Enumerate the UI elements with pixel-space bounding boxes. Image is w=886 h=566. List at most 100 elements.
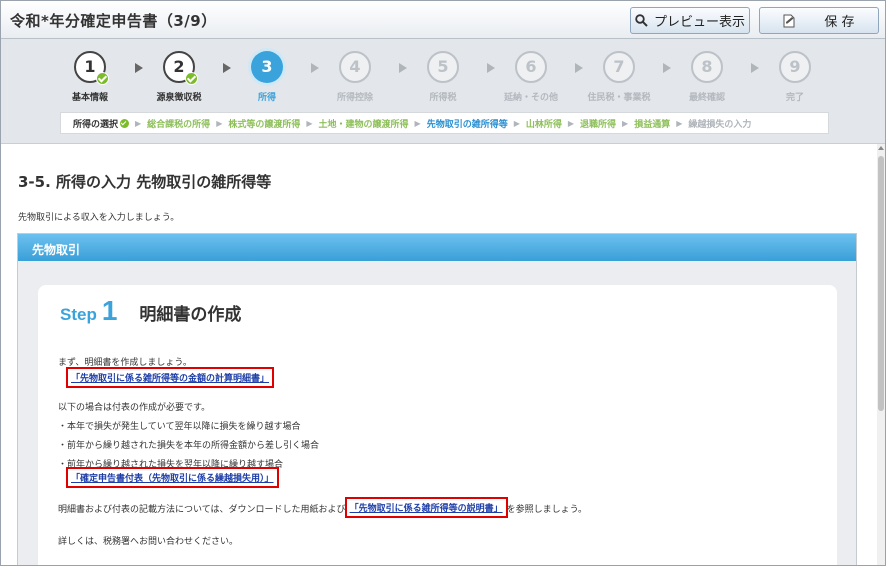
- highlight-box: 「先物取引に係る雑所得等の説明書」: [344, 497, 508, 518]
- step-arrow-icon: [311, 63, 319, 73]
- separator-icon: ▶: [676, 118, 683, 128]
- separator-icon: ▶: [414, 118, 421, 128]
- step-1-circle: 1: [74, 51, 109, 85]
- bullet-item: ・本年で損失が発生していて翌年以降に損失を繰り越す場合: [58, 422, 301, 432]
- step-9-circle: 9: [779, 51, 811, 83]
- title-bar: 令和*年分確定申告書（3/9） プレビュー表示 保 存: [1, 1, 885, 39]
- step-9: 9 完了: [760, 51, 830, 103]
- step-7-circle: 7: [603, 51, 635, 83]
- step-5: 5 所得税: [408, 51, 478, 103]
- step-card: Step 1 明細書の作成 まず、明細書を作成しましょう。 「先物取引に係る雑所…: [38, 285, 837, 565]
- step-heading: 明細書の作成: [139, 305, 242, 325]
- step-9-label: 完了: [785, 93, 804, 103]
- step-4-label: 所得控除: [336, 93, 373, 103]
- substep-forestry-income[interactable]: 山林所得: [526, 117, 562, 130]
- explanation-prefix: 明細書および付表の記載方法については、ダウンロードした用紙および: [58, 505, 346, 515]
- save-button[interactable]: 保 存: [759, 7, 879, 34]
- section-heading: 3-5. 所得の入力 先物取引の雑所得等: [18, 173, 272, 191]
- step-arrow-icon: [663, 63, 671, 73]
- check-icon: [96, 72, 109, 85]
- step-2-number: 2: [173, 57, 185, 76]
- check-icon: [120, 118, 130, 128]
- app-window: 令和*年分確定申告書（3/9） プレビュー表示 保 存 1 基本情報 2 源泉徴…: [0, 0, 886, 566]
- step-arrow-icon: [487, 63, 495, 73]
- bullet-item: ・前年から繰り越された損失を本年の所得金額から差し引く場合: [58, 441, 320, 451]
- check-icon: [185, 72, 198, 85]
- step-3-circle: 3: [251, 51, 283, 83]
- futures-section: 先物取引 Step 1 明細書の作成 まず、明細書を作成しましょう。 「先物取引…: [17, 233, 857, 565]
- step-3[interactable]: 3 所得: [232, 51, 302, 103]
- step-8-circle: 8: [691, 51, 723, 83]
- separator-icon: ▶: [513, 118, 520, 128]
- preview-button[interactable]: プレビュー表示: [630, 7, 750, 34]
- step-4-circle: 4: [339, 51, 371, 83]
- separator-icon: ▶: [135, 118, 142, 128]
- step-9-number: 9: [789, 57, 801, 76]
- intro-text: 先物取引による収入を入力しましょう。: [18, 213, 180, 223]
- substep-comprehensive-income[interactable]: 総合課税の所得: [147, 117, 210, 130]
- step-2-label: 源泉徴収税: [156, 93, 202, 103]
- step-word: Step: [60, 305, 97, 324]
- step-8-number: 8: [701, 57, 713, 76]
- step-4-number: 4: [349, 57, 361, 76]
- instruction-manual-link[interactable]: 「先物取引に係る雑所得等の説明書」: [350, 504, 503, 514]
- step-arrow-icon: [399, 63, 407, 73]
- save-button-label: 保 存: [824, 15, 855, 30]
- substep-stock-transfer-income[interactable]: 株式等の譲渡所得: [228, 117, 300, 130]
- substep-income-selection[interactable]: 所得の選択: [73, 117, 130, 130]
- step-3-number: 3: [261, 57, 273, 76]
- substep-futures-misc-income[interactable]: 先物取引の雑所得等: [427, 117, 508, 130]
- section-title: 先物取引: [18, 234, 856, 261]
- step-arrow-icon: [751, 63, 759, 73]
- separator-icon: ▶: [306, 118, 313, 128]
- requirement-text: 以下の場合は付表の作成が必要です。: [58, 403, 211, 413]
- separator-icon: ▶: [216, 118, 223, 128]
- step-6-label: 延納・その他: [503, 93, 558, 103]
- step-3-label: 所得: [257, 93, 276, 103]
- step-1[interactable]: 1 基本情報: [55, 51, 125, 103]
- explanation-text: 明細書および付表の記載方法については、ダウンロードした用紙および 「先物取引に係る…: [58, 497, 588, 519]
- highlight-box: 「確定申告書付表（先物取引に係る繰越損失用）」: [66, 467, 279, 488]
- scrollbar-thumb[interactable]: [878, 156, 884, 411]
- substep-land-building-transfer[interactable]: 土地・建物の譲渡所得: [319, 117, 409, 130]
- save-document-icon: [783, 14, 795, 27]
- step-2[interactable]: 2 源泉徴収税: [144, 51, 214, 103]
- step-arrow-icon: [575, 63, 583, 73]
- substep-loss-offset[interactable]: 損益通算: [634, 117, 670, 130]
- substep-carryover-loss: 繰越損失の入力: [688, 119, 752, 130]
- preview-button-label: プレビュー表示: [653, 15, 745, 30]
- calculation-statement-link[interactable]: 「先物取引に係る雑所得等の金額の計算明細書」: [71, 374, 269, 384]
- scroll-up-icon[interactable]: [878, 146, 884, 150]
- highlight-box: 「先物取引に係る雑所得等の金額の計算明細書」: [66, 367, 275, 388]
- step-4: 4 所得控除: [320, 51, 390, 103]
- step-6: 6 延納・その他: [496, 51, 566, 103]
- step-6-number: 6: [525, 57, 537, 76]
- step-1-number: 1: [84, 57, 96, 76]
- step-5-label: 所得税: [429, 93, 457, 103]
- contact-text: 詳しくは、税務署へお問い合わせください。: [58, 537, 239, 547]
- step-7-label: 住民税・事業税: [587, 93, 651, 103]
- substep-label: 所得の選択: [73, 119, 119, 130]
- page-title: 令和*年分確定申告書（3/9）: [10, 12, 217, 30]
- step-title: Step 1 明細書の作成: [60, 295, 241, 327]
- step-arrow-icon: [223, 63, 231, 73]
- step-arrow-icon: [135, 63, 143, 73]
- separator-icon: ▶: [567, 118, 575, 128]
- step-8: 8 最終確認: [672, 51, 742, 103]
- explanation-suffix: を参照しましょう。: [506, 505, 588, 515]
- step-6-circle: 6: [515, 51, 547, 83]
- step-5-number: 5: [437, 57, 449, 76]
- substep-breadcrumb: 所得の選択 ▶ 総合課税の所得 ▶ 株式等の譲渡所得 ▶ 土地・建物の譲渡所得 …: [60, 112, 829, 134]
- step-2-circle: 2: [163, 51, 198, 85]
- vertical-scrollbar[interactable]: [877, 144, 885, 565]
- step-number: 1: [101, 295, 118, 326]
- progress-stepper: 1 基本情報 2 源泉徴収税 3 所得 4 所得控除 5 所得税 6 延納・その…: [1, 39, 885, 144]
- magnifier-icon: [635, 14, 648, 27]
- step-5-circle: 5: [427, 51, 459, 83]
- step-7: 7 住民税・事業税: [584, 51, 654, 103]
- main-content: 3-5. 所得の入力 先物取引の雑所得等 先物取引による収入を入力しましょう。 …: [1, 144, 877, 565]
- attached-form-link[interactable]: 「確定申告書付表（先物取引に係る繰越損失用）」: [71, 474, 274, 484]
- substep-retirement-income[interactable]: 退職所得: [580, 117, 616, 130]
- step-8-label: 最終確認: [688, 93, 725, 103]
- step-1-label: 基本情報: [71, 93, 108, 103]
